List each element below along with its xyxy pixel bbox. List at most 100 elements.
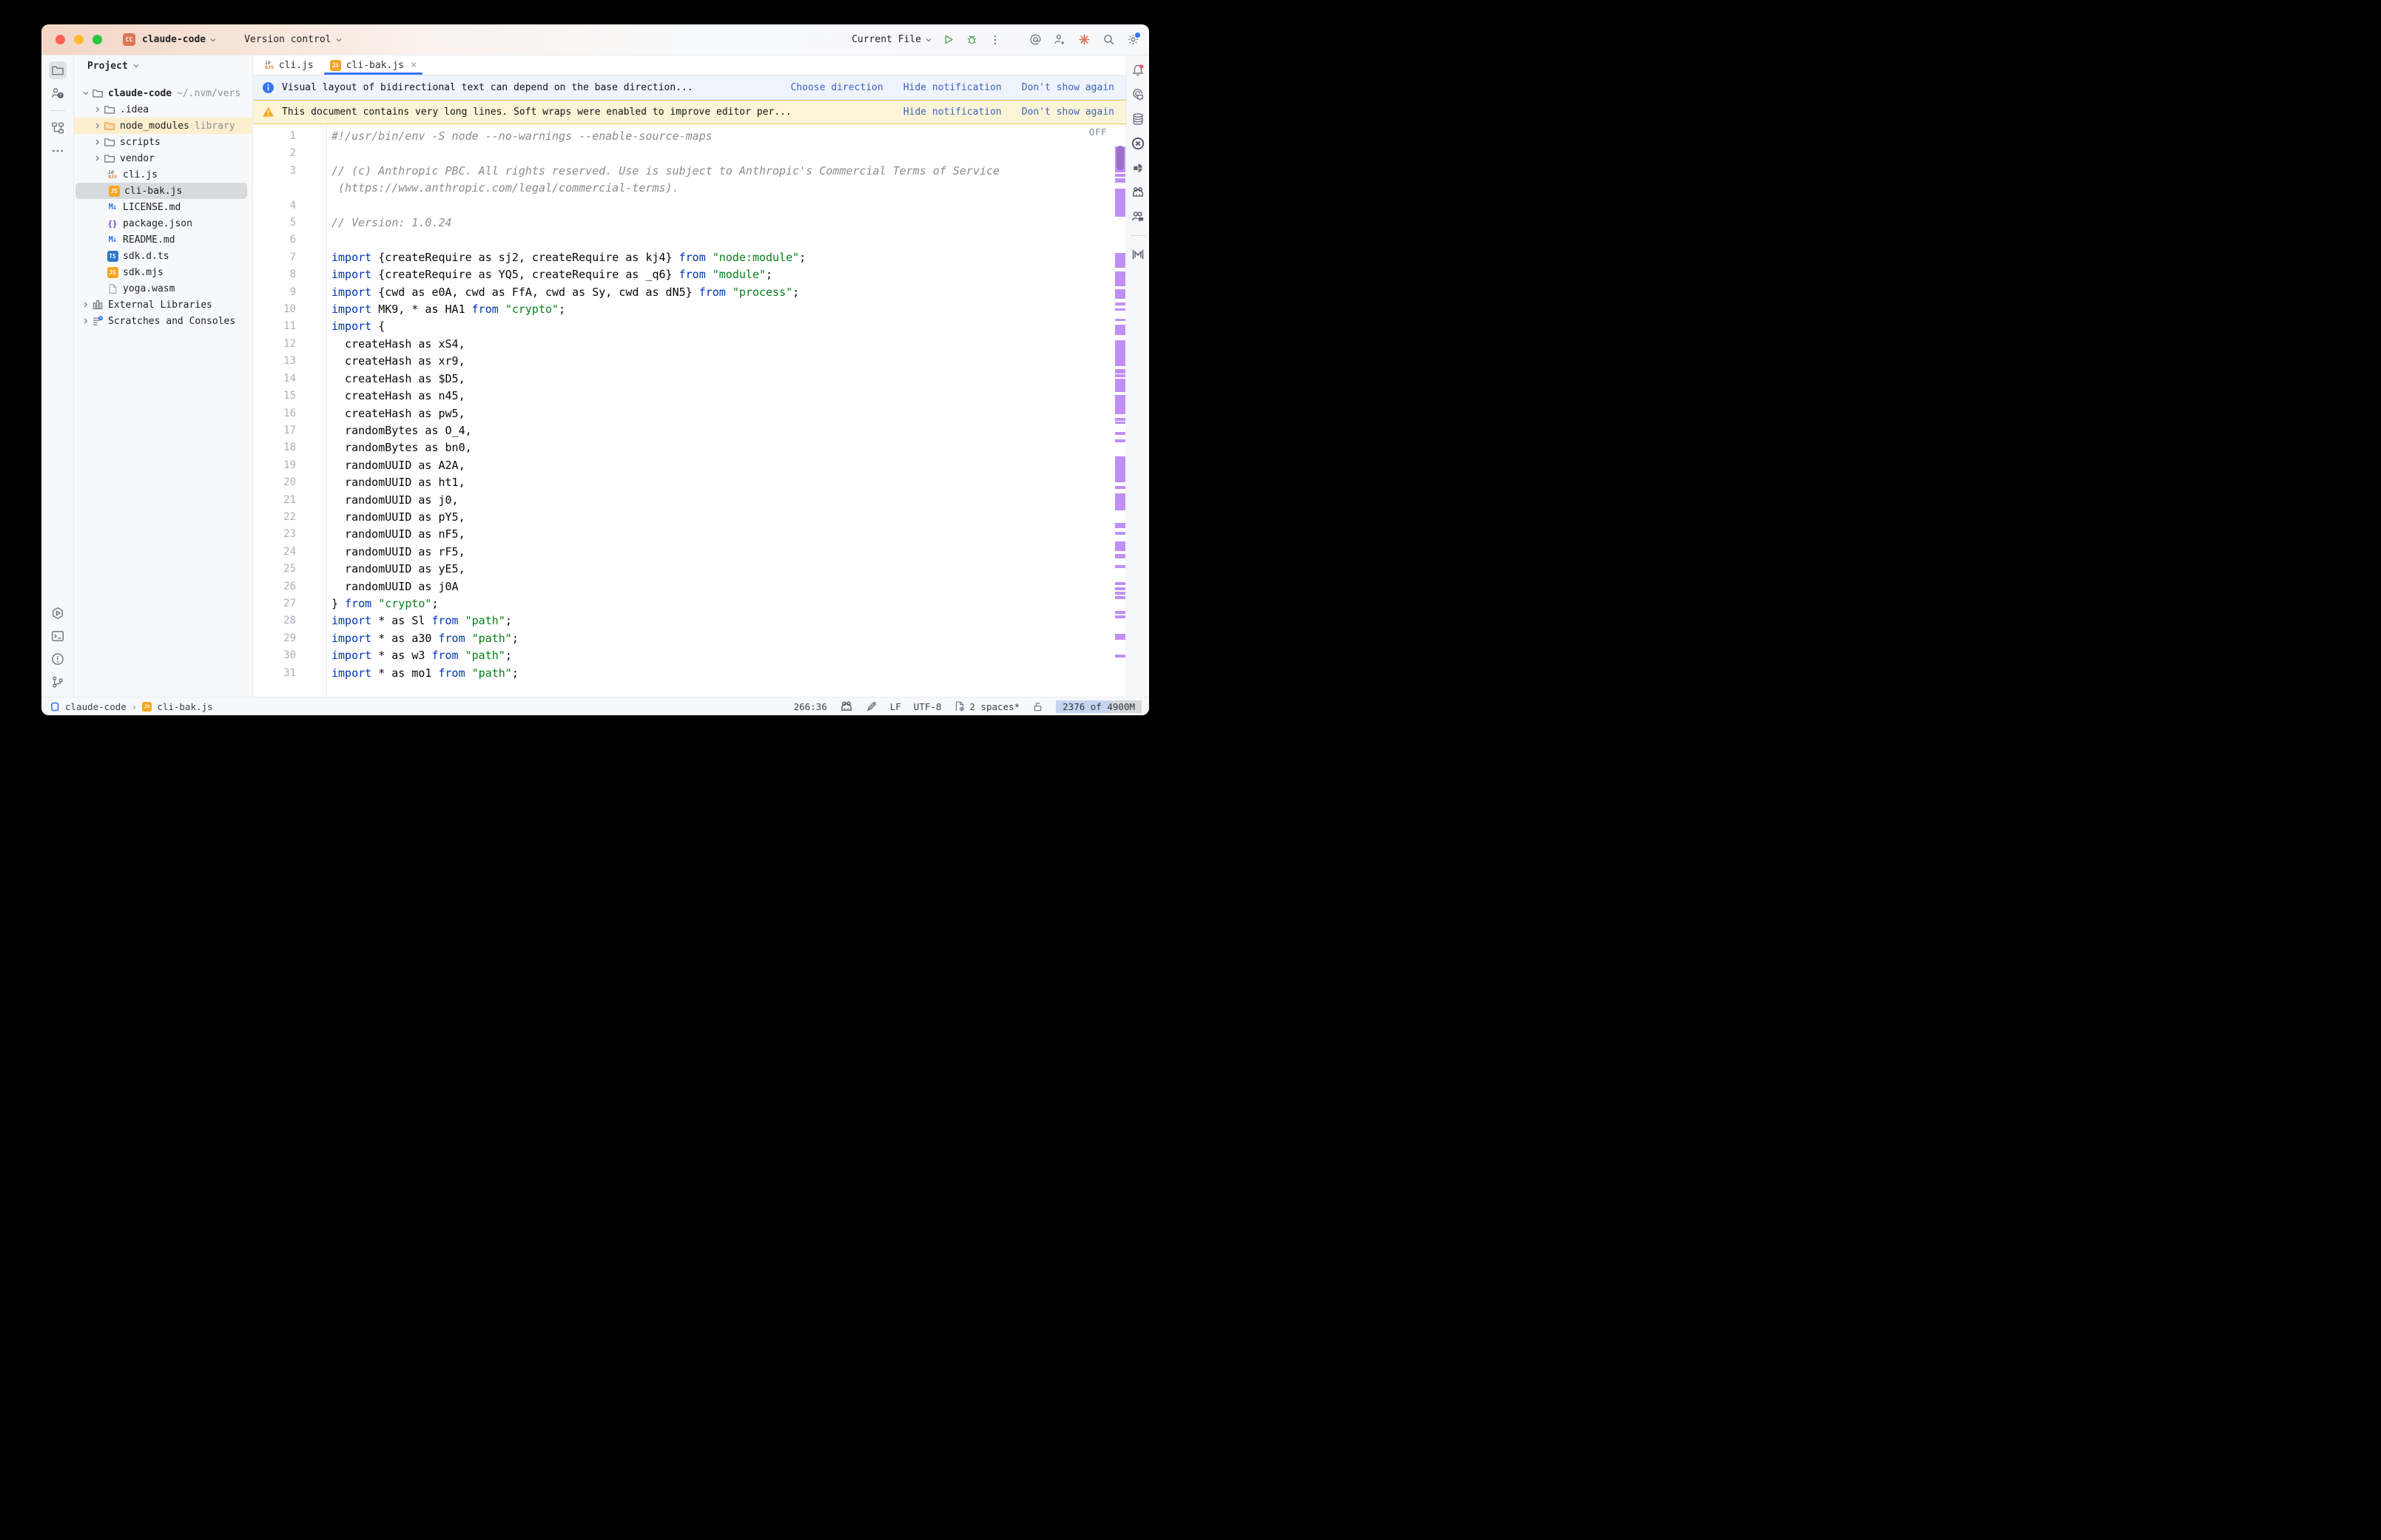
- code-line[interactable]: 8import {createRequire as YQ5, createReq…: [253, 266, 1126, 283]
- chevron-right-icon[interactable]: [92, 121, 104, 131]
- tree-row-yoga-wasm[interactable]: yoga.wasm: [74, 280, 252, 297]
- project-switcher[interactable]: claude-code: [142, 34, 218, 45]
- chevron-right-icon[interactable]: [92, 137, 104, 147]
- code-line[interactable]: 11import {: [253, 318, 1126, 335]
- x-circle-tool-icon[interactable]: [1129, 135, 1147, 152]
- line-number[interactable]: 13: [253, 353, 326, 370]
- terminal-tool-icon[interactable]: [49, 627, 67, 645]
- line-number[interactable]: 6: [253, 232, 326, 249]
- line-number[interactable]: 17: [253, 422, 326, 439]
- code-line[interactable]: 26 randomUUID as j0A: [253, 578, 1126, 595]
- line-number[interactable]: 2: [253, 145, 326, 162]
- code-line[interactable]: 17 randomBytes as O_4,: [253, 422, 1126, 439]
- line-number[interactable]: 14: [253, 371, 326, 388]
- line-number[interactable]: 29: [253, 630, 326, 647]
- breadcrumb-project[interactable]: claude-code: [65, 701, 127, 712]
- copilot-icon[interactable]: [1129, 183, 1147, 201]
- code-line[interactable]: 4: [253, 197, 1126, 215]
- at-mention-icon[interactable]: [1026, 31, 1044, 49]
- minimize-window-icon[interactable]: [74, 35, 84, 44]
- code-line[interactable]: 9import {cwd as e0A, cwd as FfA, cwd as …: [253, 284, 1126, 301]
- code-line[interactable]: 13 createHash as xr9,: [253, 353, 1126, 370]
- line-number[interactable]: 24: [253, 544, 326, 561]
- notifications-bell-icon[interactable]: [1129, 61, 1147, 79]
- code-line[interactable]: 30import * as w3 from "path";: [253, 647, 1126, 664]
- m-box-tool-icon[interactable]: [1129, 246, 1147, 263]
- code-line[interactable]: 5// Version: 1.0.24: [253, 215, 1126, 232]
- tree-row-readme-md[interactable]: M↓README.md: [74, 232, 252, 248]
- code-line[interactable]: 1#!/usr/bin/env -S node --no-warnings --…: [253, 128, 1126, 145]
- plugin-tool-icon[interactable]: [1129, 159, 1147, 177]
- code-line[interactable]: 28import * as Sl from "path";: [253, 612, 1126, 629]
- code-editor[interactable]: 1#!/usr/bin/env -S node --no-warnings --…: [253, 124, 1126, 697]
- users-help-icon[interactable]: ?: [49, 84, 67, 102]
- tab-cli-js[interactable]: 100JS cli.js: [257, 55, 322, 75]
- tree-row-external-libraries[interactable]: External Libraries: [74, 297, 252, 313]
- chevron-right-icon[interactable]: [92, 153, 104, 163]
- line-number[interactable]: 25: [253, 561, 326, 578]
- code-line[interactable]: 3// (c) Anthropic PBC. All rights reserv…: [253, 163, 1126, 180]
- chevron-right-icon[interactable]: [80, 316, 92, 326]
- line-number[interactable]: 1: [253, 128, 326, 145]
- caret-position-widget[interactable]: 266:36: [794, 701, 827, 712]
- tree-row-cli-js[interactable]: 100JScli.js: [74, 166, 252, 183]
- code-line[interactable]: 2: [253, 145, 1126, 162]
- code-line[interactable]: 25 randomUUID as yE5,: [253, 561, 1126, 578]
- more-run-options-icon[interactable]: [986, 31, 1004, 49]
- search-everywhere-icon[interactable]: [1099, 31, 1117, 49]
- tree-row-claude-code[interactable]: claude-code~/.nvm/vers: [74, 85, 252, 101]
- chevron-down-icon[interactable]: [80, 88, 92, 98]
- line-number[interactable]: 11: [253, 318, 326, 335]
- debug-button[interactable]: [963, 31, 980, 49]
- line-number[interactable]: [253, 180, 326, 197]
- tree-row-sdk-mjs[interactable]: JSsdk.mjs: [74, 264, 252, 280]
- chevron-right-icon[interactable]: [80, 300, 92, 310]
- code-line[interactable]: 10import MK9, * as HA1 from "crypto";: [253, 301, 1126, 318]
- banner-link[interactable]: Hide notification: [903, 82, 1002, 93]
- line-number[interactable]: 21: [253, 492, 326, 509]
- line-number[interactable]: 30: [253, 647, 326, 664]
- line-number[interactable]: 8: [253, 266, 326, 283]
- line-separator-widget[interactable]: LF: [890, 701, 901, 712]
- line-number[interactable]: 5: [253, 215, 326, 232]
- line-number[interactable]: 26: [253, 578, 326, 595]
- close-window-icon[interactable]: [55, 35, 65, 44]
- line-number[interactable]: 27: [253, 595, 326, 612]
- code-line[interactable]: 18 randomBytes as bn0,: [253, 439, 1126, 456]
- code-line[interactable]: 16 createHash as pw5,: [253, 405, 1126, 422]
- ai-assistant-icon[interactable]: [1129, 86, 1147, 104]
- write-access-lock-icon[interactable]: [1032, 701, 1043, 712]
- breadcrumb-file[interactable]: cli-bak.js: [157, 701, 212, 712]
- banner-link[interactable]: Don't show again: [1022, 107, 1114, 118]
- code-line[interactable]: 6: [253, 232, 1126, 249]
- zoom-window-icon[interactable]: [92, 35, 102, 44]
- code-line[interactable]: 7import {createRequire as sj2, createReq…: [253, 249, 1126, 266]
- code-line[interactable]: (https://www.anthropic.com/legal/commerc…: [253, 180, 1126, 197]
- structure-tool-icon[interactable]: [49, 119, 67, 137]
- tree-row-cli-bak-js[interactable]: JScli-bak.js: [75, 183, 247, 199]
- code-with-me-icon[interactable]: [1129, 208, 1147, 226]
- run-button[interactable]: [939, 31, 957, 49]
- copilot-status-icon[interactable]: [840, 700, 853, 713]
- line-number[interactable]: 28: [253, 612, 326, 629]
- vcs-widget[interactable]: Version control: [244, 34, 343, 45]
- services-tool-icon[interactable]: [49, 604, 67, 622]
- database-tool-icon[interactable]: [1129, 110, 1147, 128]
- problems-tool-icon[interactable]: [49, 650, 67, 668]
- line-number[interactable]: 3: [253, 163, 326, 180]
- tab-cli-bak-js[interactable]: JS cli-bak.js ×: [322, 55, 425, 75]
- inspections-off-icon[interactable]: [866, 700, 878, 712]
- banner-link[interactable]: Choose direction: [790, 82, 883, 93]
- code-line[interactable]: 20 randomUUID as ht1,: [253, 474, 1126, 491]
- editor-scrollbar[interactable]: [1115, 124, 1125, 697]
- code-line[interactable]: 22 randomUUID as pY5,: [253, 509, 1126, 526]
- line-number[interactable]: 12: [253, 336, 326, 353]
- line-number[interactable]: 22: [253, 509, 326, 526]
- code-line[interactable]: 31import * as mo1 from "path";: [253, 665, 1126, 682]
- banner-link[interactable]: Hide notification: [903, 107, 1002, 118]
- code-line[interactable]: 15 createHash as n45,: [253, 388, 1126, 405]
- code-line[interactable]: 27} from "crypto";: [253, 595, 1126, 612]
- line-number[interactable]: 19: [253, 457, 326, 474]
- settings-gear-icon[interactable]: [1124, 31, 1142, 49]
- tree-row--idea[interactable]: .idea: [74, 101, 252, 118]
